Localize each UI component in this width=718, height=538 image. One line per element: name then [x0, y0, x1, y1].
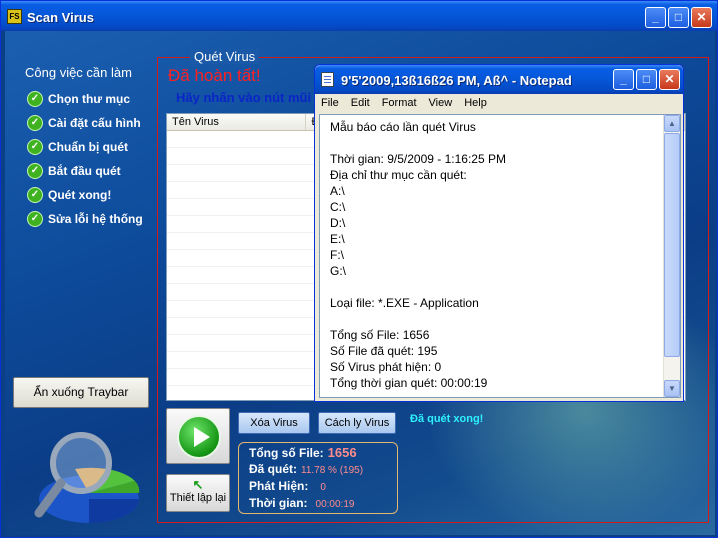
task-label: Chuẩn bị quét — [48, 140, 128, 154]
notepad-title: 9'5'2009,13ß16ß26 PM, Aß^ - Notepad — [341, 73, 572, 88]
task-label: Cài đặt cấu hình — [48, 116, 141, 130]
notepad-close-button[interactable]: ✕ — [659, 69, 680, 90]
notepad-menubar: File Edit Format View Help — [315, 94, 683, 114]
task-label: Bắt đầu quét — [48, 164, 121, 178]
task-item: ✓ Bắt đầu quét — [27, 159, 143, 183]
minimize-button[interactable]: _ — [645, 7, 666, 28]
task-list: ✓ Chọn thư mục ✓ Cài đặt cấu hình ✓ Chuẩn b… — [27, 87, 143, 231]
report-line — [330, 279, 506, 295]
notepad-scrollbar[interactable]: ▲ ▼ — [663, 115, 680, 397]
stat-scanned-value: 11.78 % (195) — [301, 465, 364, 476]
quarantine-virus-button[interactable]: Cách ly Virus — [318, 412, 396, 434]
task-panel-header: Công việc cần làm — [25, 65, 132, 80]
stat-found: Phát Hiện: 0 — [249, 479, 326, 493]
stat-time-label: Thời gian: — [249, 496, 308, 510]
scan-status: Đã hoàn tất! — [168, 66, 261, 85]
column-virus-name[interactable]: Tên Virus — [167, 114, 307, 130]
app-icon: FS — [7, 9, 22, 24]
report-line: G:\ — [330, 264, 347, 278]
task-item: ✓ Sửa lỗi hệ thống — [27, 207, 143, 231]
menu-format[interactable]: Format — [376, 94, 423, 114]
report-line: Tổng số File: 1656 — [330, 328, 430, 342]
check-icon: ✓ — [27, 163, 43, 179]
close-button[interactable]: ✕ — [691, 7, 712, 28]
report-line: Số Virus phát hiện: 0 — [330, 360, 442, 374]
delete-virus-button[interactable]: Xóa Virus — [238, 412, 310, 434]
task-label: Chọn thư mục — [48, 92, 131, 106]
report-line — [330, 311, 506, 327]
scroll-thumb[interactable] — [664, 133, 680, 357]
scan-legend: Quét Virus — [190, 49, 260, 64]
report-line: Số File đã quét: 195 — [330, 344, 438, 358]
check-icon: ✓ — [27, 115, 43, 131]
stat-time: Thời gian: 00:00:19 — [249, 496, 354, 510]
reset-label: Thiết lập lại — [169, 492, 227, 504]
stat-total-value: 1656 — [327, 445, 357, 460]
notepad-icon — [321, 72, 334, 87]
scan-stats-box: Tổng số File: 1656 Đã quét: 11.78 % (195) … — [238, 442, 398, 514]
report-line: F:\ — [330, 248, 344, 262]
stat-found-value: 0 — [320, 482, 326, 493]
menu-file[interactable]: File — [315, 94, 345, 114]
report-line: Tổng thời gian quét: 00:00:19 — [330, 376, 488, 390]
reset-arrow-icon: ↖ — [192, 477, 204, 492]
task-item: ✓ Quét xong! — [27, 183, 143, 207]
window-title: Scan Virus — [27, 10, 94, 25]
start-scan-button[interactable] — [166, 408, 230, 464]
report-line — [330, 135, 506, 151]
check-icon: ✓ — [27, 187, 43, 203]
notepad-maximize-button[interactable]: □ — [636, 69, 657, 90]
menu-view[interactable]: View — [423, 94, 459, 114]
report-line: Loại file: *.EXE - Application — [330, 296, 479, 310]
task-item: ✓ Chuẩn bị quét — [27, 135, 143, 159]
report-line: A:\ — [330, 184, 345, 198]
report-line: C:\ — [330, 200, 346, 214]
menu-help[interactable]: Help — [458, 94, 493, 114]
report-line: Thời gian: 9/5/2009 - 1:16:25 PM — [330, 152, 506, 166]
reset-button[interactable]: ↖ Thiết lập lại — [166, 474, 230, 512]
check-icon: ✓ — [27, 139, 43, 155]
title-bar[interactable]: FS Scan Virus _ □ ✕ — [1, 1, 717, 31]
maximize-button[interactable]: □ — [668, 7, 689, 28]
task-label: Sửa lỗi hệ thống — [48, 212, 143, 226]
stat-total-label: Tổng số File: — [249, 446, 324, 460]
magnifier-chart-logo — [34, 432, 140, 523]
scroll-up-icon[interactable]: ▲ — [664, 115, 680, 132]
report-text: Mẫu báo cáo lần quét Virus Thời gian: 9/… — [330, 119, 506, 391]
check-icon: ✓ — [27, 211, 43, 227]
scroll-down-icon[interactable]: ▼ — [664, 380, 680, 397]
minimize-to-tray-button[interactable]: Ẩn xuống Traybar — [13, 377, 149, 408]
stat-found-label: Phát Hiện: — [249, 479, 309, 493]
notepad-text-area[interactable]: Mẫu báo cáo lần quét Virus Thời gian: 9/… — [319, 114, 681, 398]
menu-edit[interactable]: Edit — [345, 94, 376, 114]
check-icon: ✓ — [27, 91, 43, 107]
notepad-window: 9'5'2009,13ß16ß26 PM, Aß^ - Notepad _ □ … — [314, 64, 684, 402]
task-item: ✓ Cài đặt cấu hình — [27, 111, 143, 135]
task-label: Quét xong! — [48, 188, 112, 202]
report-line: Mẫu báo cáo lần quét Virus — [330, 120, 476, 134]
notepad-title-bar[interactable]: 9'5'2009,13ß16ß26 PM, Aß^ - Notepad _ □ … — [315, 65, 683, 94]
stat-time-value: 00:00:19 — [315, 499, 355, 510]
report-line: E:\ — [330, 232, 345, 246]
stat-scanned: Đã quét: 11.78 % (195) — [249, 462, 363, 476]
play-icon — [177, 415, 221, 459]
scan-hint: Hãy nhấn vào nút mũi — [176, 90, 312, 105]
notepad-minimize-button[interactable]: _ — [613, 69, 634, 90]
stat-total: Tổng số File: 1656 — [249, 445, 357, 460]
stat-scanned-label: Đã quét: — [249, 462, 297, 476]
report-line: D:\ — [330, 216, 346, 230]
report-line: Địa chỉ thư mục cần quét: — [330, 168, 467, 182]
task-item: ✓ Chọn thư mục — [27, 87, 143, 111]
scan-complete-text: Đã quét xong! — [410, 413, 484, 425]
